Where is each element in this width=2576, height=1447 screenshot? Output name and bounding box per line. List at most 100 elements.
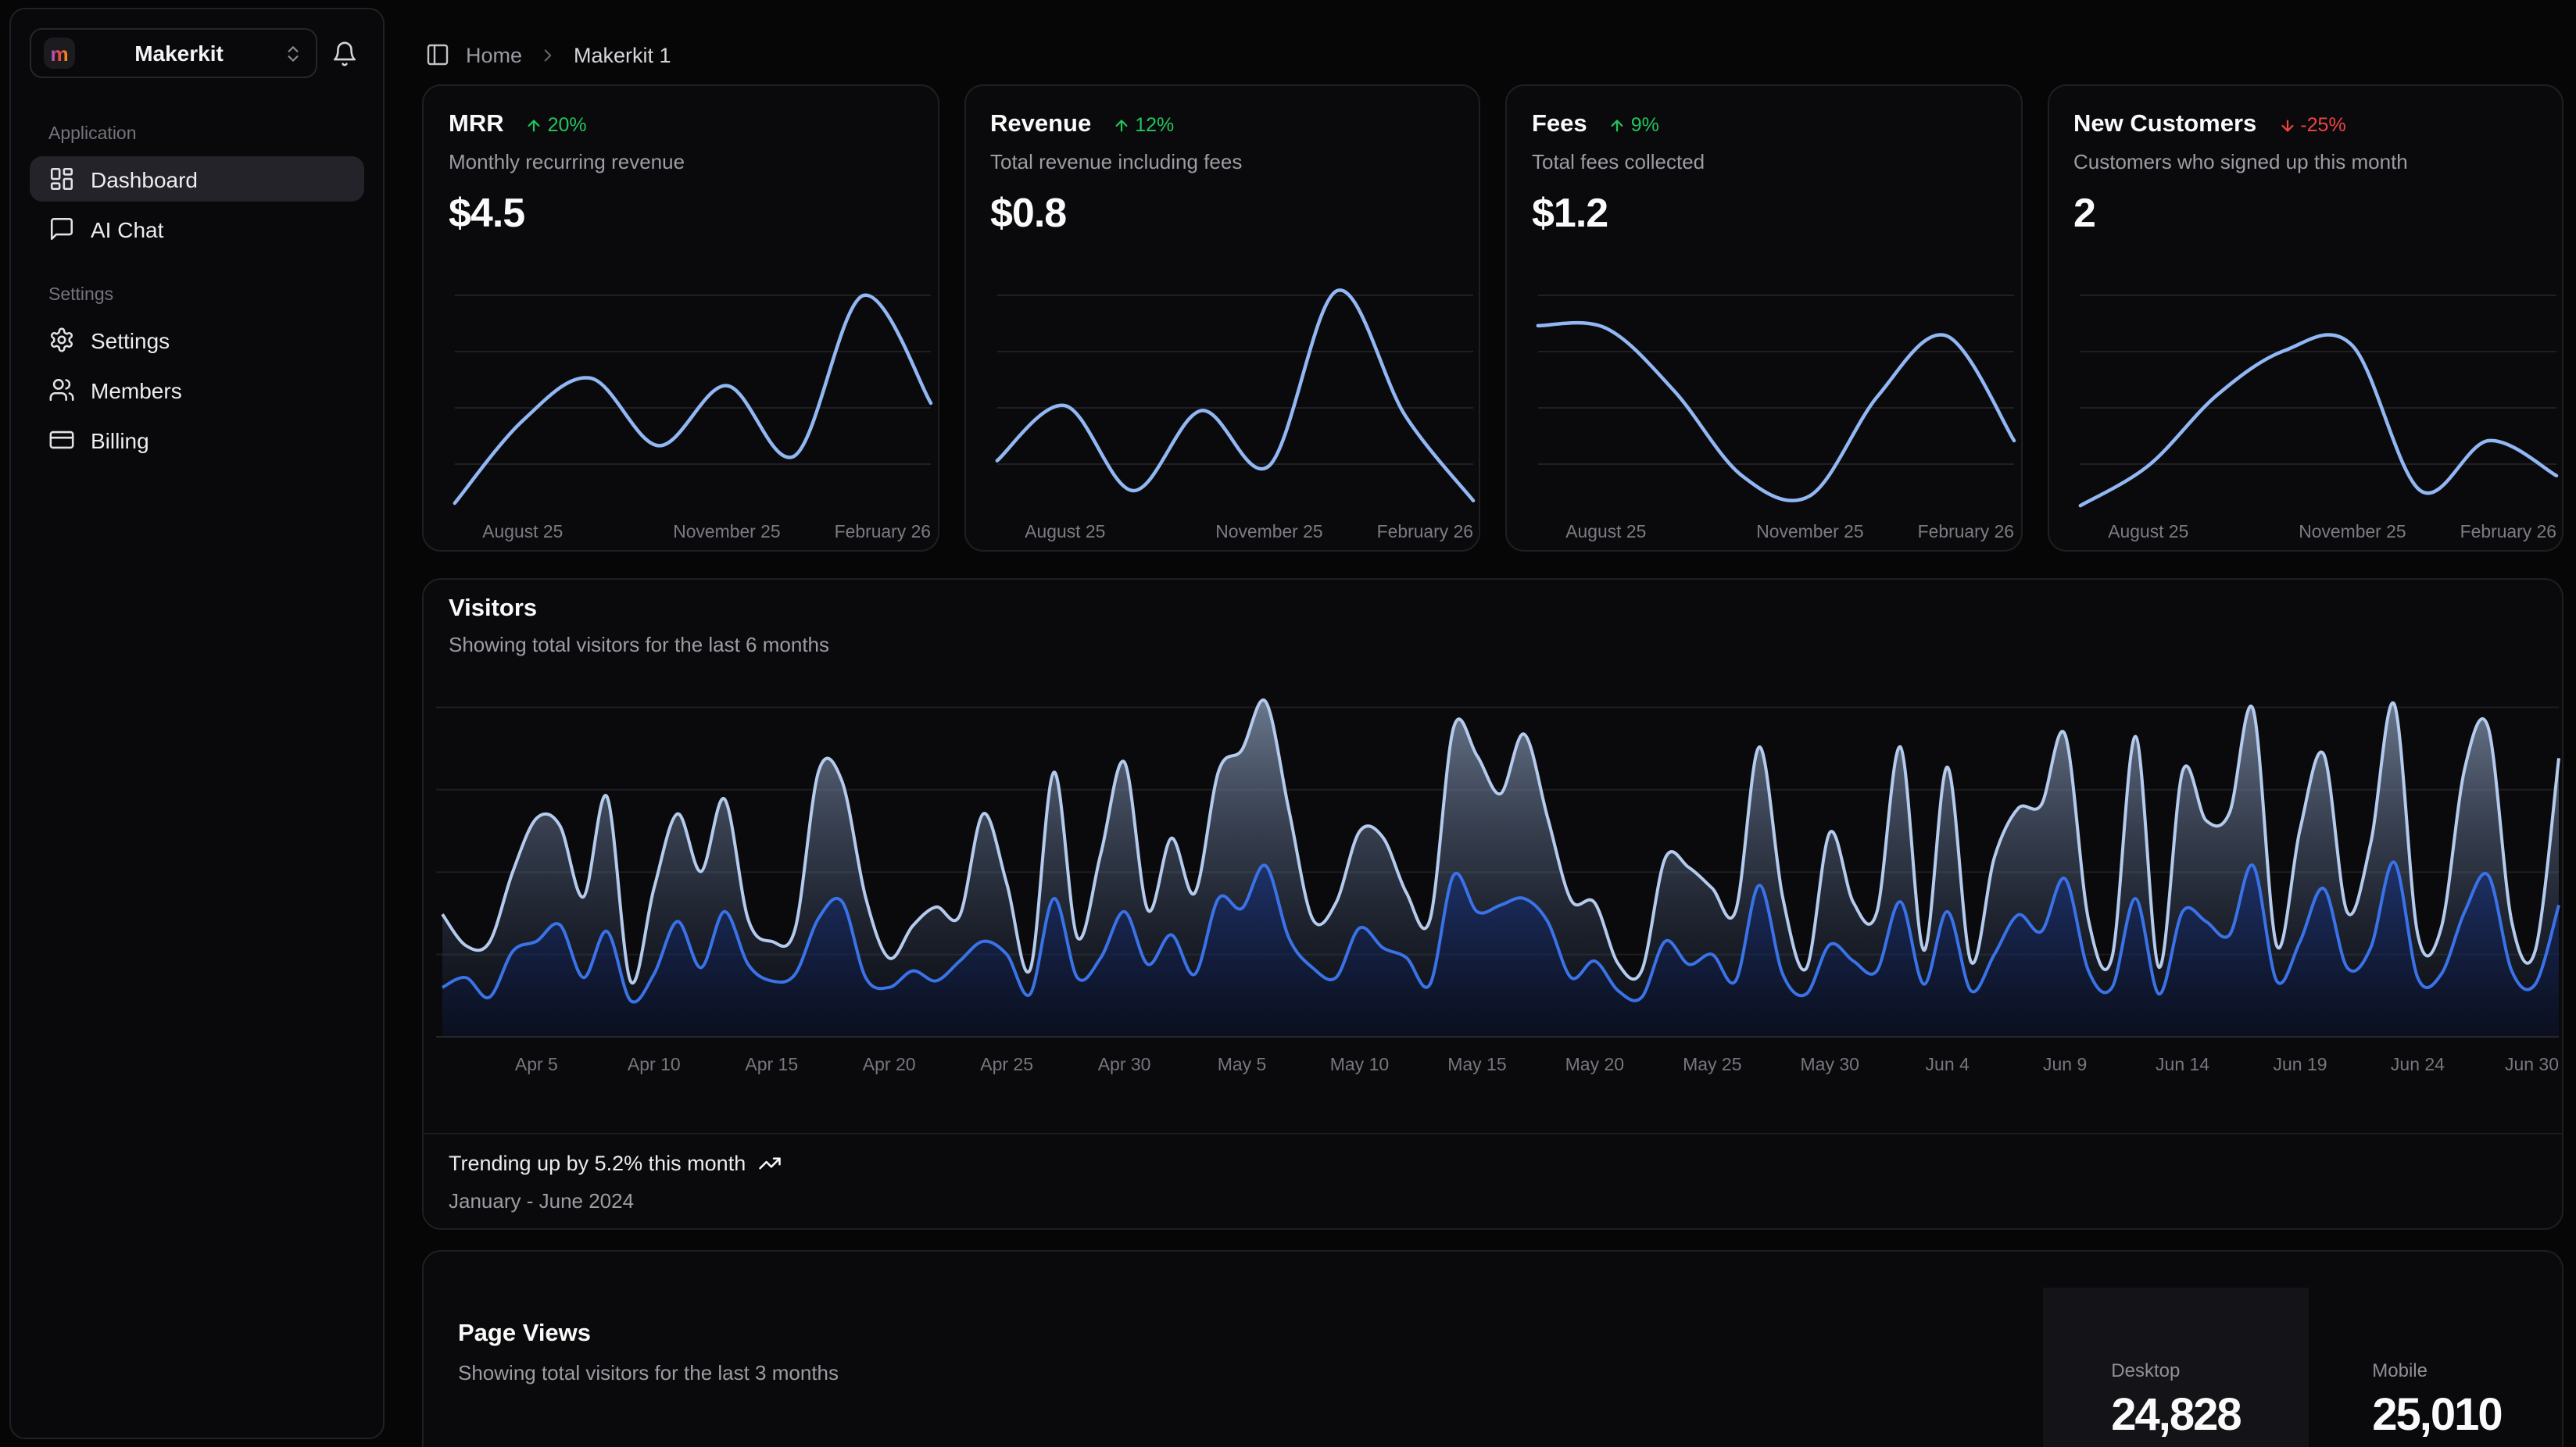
nav-section: Settings Settings Members Billing [30, 286, 364, 463]
stat-card-title: Revenue [990, 111, 1091, 139]
svg-text:Apr 15: Apr 15 [745, 1054, 798, 1074]
svg-text:February 26: February 26 [1918, 521, 2014, 541]
sidebar-item-label: Dashboard [91, 166, 198, 191]
page-views-toggles: Desktop 24,828 Mobile 25,010 [2043, 1288, 2563, 1447]
breadcrumb-home-link[interactable]: Home [466, 43, 522, 66]
svg-text:November 25: November 25 [673, 521, 780, 541]
page-views-toggle-mobile[interactable]: Mobile 25,010 [2309, 1288, 2563, 1447]
svg-text:Jun 4: Jun 4 [1926, 1054, 1970, 1074]
svg-text:February 26: February 26 [835, 521, 931, 541]
nav-items: Dashboard AI Chat [30, 156, 364, 252]
stat-card-value: $4.5 [449, 189, 912, 238]
svg-text:August 25: August 25 [1565, 521, 1646, 541]
trend-badge: 12% [1113, 114, 1174, 136]
stat-card-value: 2 [2073, 189, 2537, 238]
svg-text:May 5: May 5 [1218, 1054, 1267, 1074]
svg-text:February 26: February 26 [2460, 521, 2556, 541]
sidebar: m Makerkit Application Dashboard AI Chat Se… [9, 8, 385, 1439]
sidebar-header: m Makerkit [30, 28, 364, 78]
stat-card-header: MRR 20% [449, 111, 912, 139]
trend-badge-value: -25% [2300, 114, 2345, 136]
makerkit-logo: m [44, 38, 75, 69]
bell-icon [331, 40, 357, 66]
nav-items: Settings Members Billing [30, 317, 364, 463]
svg-text:August 25: August 25 [482, 521, 563, 541]
svg-text:May 15: May 15 [1447, 1054, 1506, 1074]
credit-card-icon [48, 427, 75, 453]
trend-arrow-icon [1609, 116, 1626, 134]
svg-text:November 25: November 25 [2298, 521, 2405, 541]
nav-section-label: Settings [30, 286, 364, 305]
svg-text:Jun 9: Jun 9 [2043, 1054, 2087, 1074]
sidebar-item-settings[interactable]: Settings [30, 317, 364, 363]
visitors-footer-trend: Trending up by 5.2% this month [449, 1152, 782, 1175]
visitors-area-chart: Apr 5Apr 10Apr 15Apr 20Apr 25Apr 30May 5… [424, 623, 2563, 1092]
breadcrumb: Home Makerkit 1 [425, 42, 671, 67]
svg-text:May 30: May 30 [1801, 1054, 1859, 1074]
arrow-up-icon [1609, 116, 1626, 134]
sidebar-toggle-button[interactable] [425, 42, 450, 67]
svg-text:May 20: May 20 [1565, 1054, 1624, 1074]
trend-arrow-icon [2278, 116, 2295, 134]
chevron-right-icon [538, 45, 558, 65]
sparkline-chart: August 25 November 25 February 26 [424, 238, 937, 550]
svg-text:Jun 24: Jun 24 [2391, 1054, 2445, 1074]
stat-card: Fees 9% Total fees collected $1.2 August… [1505, 84, 2022, 552]
sidebar-nav: ApplicationDashboardAI ChatSettingsSetti… [30, 125, 364, 463]
svg-text:Apr 25: Apr 25 [980, 1054, 1033, 1074]
trend-badge: 20% [526, 114, 587, 136]
stat-card-header: Revenue 12% [990, 111, 1454, 139]
message-square-icon [48, 216, 75, 242]
breadcrumb-current: Makerkit 1 [574, 43, 671, 66]
sidebar-item-label: Billing [91, 427, 149, 452]
svg-text:Apr 5: Apr 5 [515, 1054, 558, 1074]
stat-cards-row: MRR 20% Monthly recurring revenue $4.5 A… [422, 84, 2563, 552]
stat-card: New Customers -25% Customers who signed … [2047, 84, 2563, 552]
stat-card-title: Fees [1532, 111, 1587, 139]
trend-arrow-icon [526, 116, 543, 134]
page-views-toggle-desktop[interactable]: Desktop 24,828 [2043, 1288, 2309, 1447]
chevrons-up-down-icon [283, 43, 303, 63]
toggle-content: Desktop 24,828 [2111, 1359, 2240, 1442]
sidebar-item-dashboard[interactable]: Dashboard [30, 156, 364, 202]
notifications-button[interactable] [324, 33, 364, 73]
dashboard-page: m Makerkit Application Dashboard AI Chat Se… [0, 0, 2576, 1447]
stat-card-description: Total fees collected [1532, 150, 1995, 173]
trend-badge-value: 9% [1631, 114, 1659, 136]
trend-badge-value: 12% [1135, 114, 1174, 136]
team-switcher[interactable]: m Makerkit [30, 28, 317, 78]
trend-arrow-icon [1113, 116, 1130, 134]
stat-card-description: Customers who signed up this month [2073, 150, 2537, 173]
sidebar-item-label: AI Chat [91, 216, 163, 241]
svg-text:Jun 19: Jun 19 [2273, 1054, 2327, 1074]
sidebar-item-ai-chat[interactable]: AI Chat [30, 206, 364, 252]
svg-text:August 25: August 25 [2107, 521, 2188, 541]
stat-card: MRR 20% Monthly recurring revenue $4.5 A… [422, 84, 939, 552]
visitors-footer-text: Trending up by 5.2% this month [449, 1152, 746, 1175]
nav-section-label: Application [30, 125, 364, 144]
arrow-down-icon [2278, 116, 2295, 134]
sidebar-item-members[interactable]: Members [30, 367, 364, 413]
sidebar-item-billing[interactable]: Billing [30, 417, 364, 463]
team-name: Makerkit [88, 41, 270, 66]
sparkline-chart: August 25 November 25 February 26 [2048, 238, 2562, 550]
stat-card-header: Fees 9% [1532, 111, 1995, 139]
toggle-value: 24,828 [2111, 1391, 2240, 1442]
divider [424, 1133, 2562, 1134]
svg-text:Apr 20: Apr 20 [863, 1054, 916, 1074]
page-views-title: Page Views [458, 1320, 591, 1349]
svg-text:Apr 10: Apr 10 [628, 1054, 681, 1074]
sparkline-chart: August 25November 25February 26 [965, 238, 1479, 550]
visitors-footer-range: January - June 2024 [449, 1189, 634, 1213]
nav-section: Application Dashboard AI Chat [30, 125, 364, 252]
svg-text:November 25: November 25 [1215, 521, 1322, 541]
toggle-value: 25,010 [2372, 1391, 2501, 1442]
trend-badge: -25% [2278, 114, 2345, 136]
sidebar-item-label: Members [91, 377, 182, 402]
settings-icon [48, 327, 75, 353]
svg-text:May 25: May 25 [1683, 1054, 1741, 1074]
stat-card-value: $0.8 [990, 189, 1454, 238]
stat-card-description: Monthly recurring revenue [449, 150, 912, 173]
users-icon [48, 377, 75, 403]
panel-left-icon [425, 42, 450, 67]
